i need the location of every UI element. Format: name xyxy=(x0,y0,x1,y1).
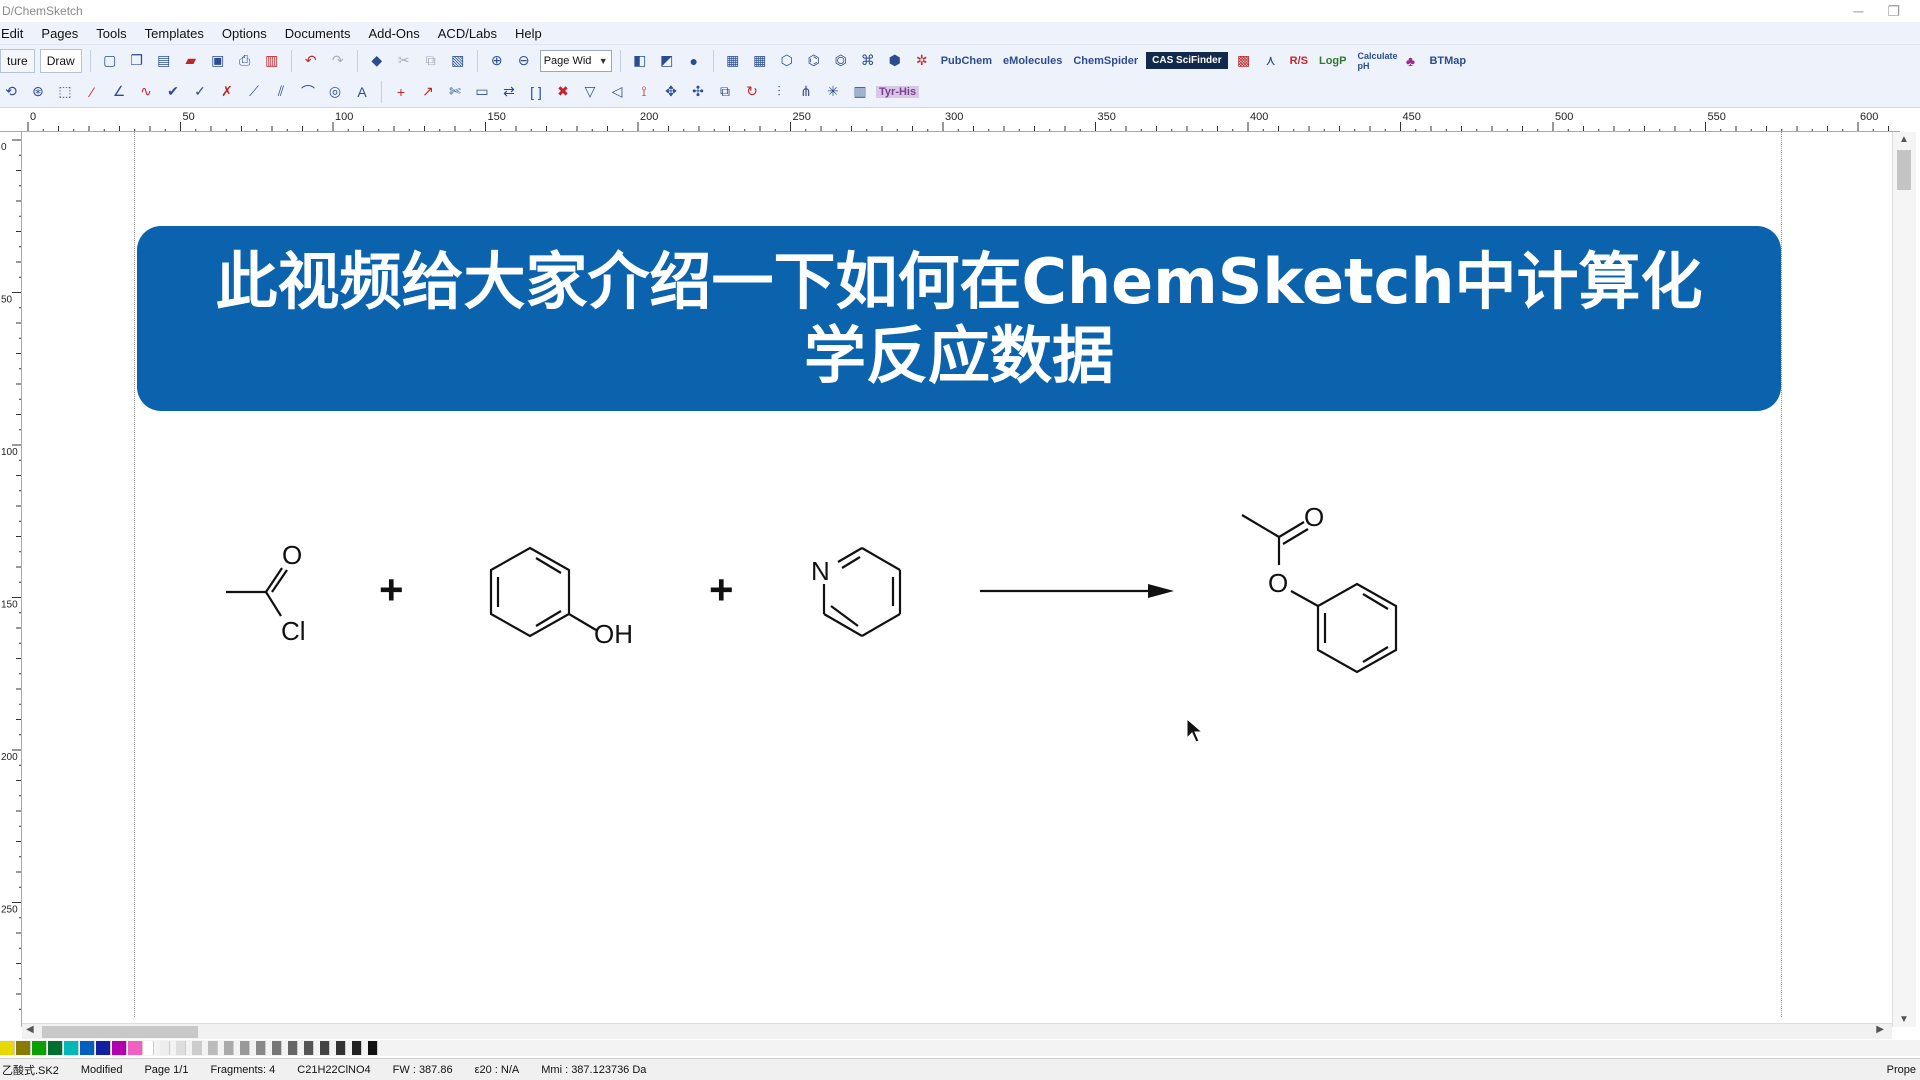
palette-swatch[interactable] xyxy=(160,1041,170,1055)
palette-swatch[interactable] xyxy=(48,1041,63,1055)
palette-swatch[interactable] xyxy=(16,1041,31,1055)
palette-swatch[interactable] xyxy=(224,1041,234,1055)
palette-swatch[interactable] xyxy=(144,1041,154,1055)
scroll-left-icon[interactable]: ◀ xyxy=(26,1024,34,1035)
palette-swatch[interactable] xyxy=(32,1041,47,1055)
palette-swatch[interactable] xyxy=(64,1041,79,1055)
pyridine-structure xyxy=(822,547,902,637)
status-filename: 乙酸式.SK2 xyxy=(2,1064,59,1077)
phenol-structure xyxy=(489,546,597,638)
status-formula-weight: FW : 387.86 xyxy=(392,1063,453,1076)
atom-label-n: N xyxy=(811,556,830,586)
plus-sign-1: + xyxy=(379,566,404,613)
atom-label-o: O xyxy=(282,540,302,570)
palette-swatch[interactable] xyxy=(304,1041,314,1055)
palette-swatch[interactable] xyxy=(96,1041,111,1055)
palette-swatch[interactable] xyxy=(368,1041,378,1055)
status-monoisotopic-mass: Mmi : 387.123736 Da xyxy=(541,1063,647,1076)
palette-swatch[interactable] xyxy=(256,1041,266,1055)
vertical-scrollbar[interactable]: ▲ ▼ xyxy=(1892,132,1916,1027)
status-bar: 乙酸式.SK2 Modified Page 1/1 Fragments: 4 C… xyxy=(0,1058,1920,1080)
arrow-head xyxy=(1148,584,1174,598)
palette-swatch[interactable] xyxy=(192,1041,202,1055)
palette-swatch[interactable] xyxy=(112,1041,127,1055)
scroll-up-icon[interactable]: ▲ xyxy=(1899,134,1909,145)
palette-swatch[interactable] xyxy=(320,1041,330,1055)
acetyl-chloride-structure xyxy=(226,567,288,617)
scroll-right-icon[interactable]: ▶ xyxy=(1876,1024,1884,1035)
palette-swatch[interactable] xyxy=(0,1041,15,1055)
atom-label-ester-o: O xyxy=(1268,568,1288,598)
horizontal-scroll-thumb[interactable] xyxy=(42,1026,198,1038)
atom-label-carbonyl-o: O xyxy=(1304,502,1324,532)
horizontal-scrollbar[interactable]: ◀ ▶ xyxy=(22,1023,1892,1039)
scroll-down-icon[interactable]: ▼ xyxy=(1899,1014,1909,1025)
plus-sign-2: + xyxy=(709,566,734,613)
status-formula: C21H22ClNO4 xyxy=(297,1063,371,1076)
mouse-cursor-icon xyxy=(1186,718,1204,743)
atom-label-cl: Cl xyxy=(281,616,306,646)
color-palette xyxy=(0,1040,1920,1056)
palette-swatch[interactable] xyxy=(336,1041,346,1055)
palette-swatch[interactable] xyxy=(80,1041,95,1055)
status-epsilon: ε20 : N/A xyxy=(474,1063,520,1076)
palette-swatch[interactable] xyxy=(272,1041,282,1055)
vertical-scroll-thumb[interactable] xyxy=(1897,150,1911,190)
palette-swatch[interactable] xyxy=(288,1041,298,1055)
palette-swatch[interactable] xyxy=(240,1041,250,1055)
status-page: Page 1/1 xyxy=(144,1063,189,1076)
status-fragments: Fragments: 4 xyxy=(210,1063,276,1076)
palette-swatch[interactable] xyxy=(128,1041,143,1055)
status-modified: Modified xyxy=(80,1063,123,1076)
status-properties[interactable]: Prope xyxy=(1887,1064,1920,1076)
palette-swatch[interactable] xyxy=(208,1041,218,1055)
palette-swatch[interactable] xyxy=(352,1041,362,1055)
reaction-scheme[interactable]: O Cl OH N O O + + xyxy=(0,0,1920,1080)
palette-swatch[interactable] xyxy=(176,1041,186,1055)
atom-label-oh: OH xyxy=(594,619,633,649)
phenyl-acetate-structure xyxy=(1241,514,1398,674)
